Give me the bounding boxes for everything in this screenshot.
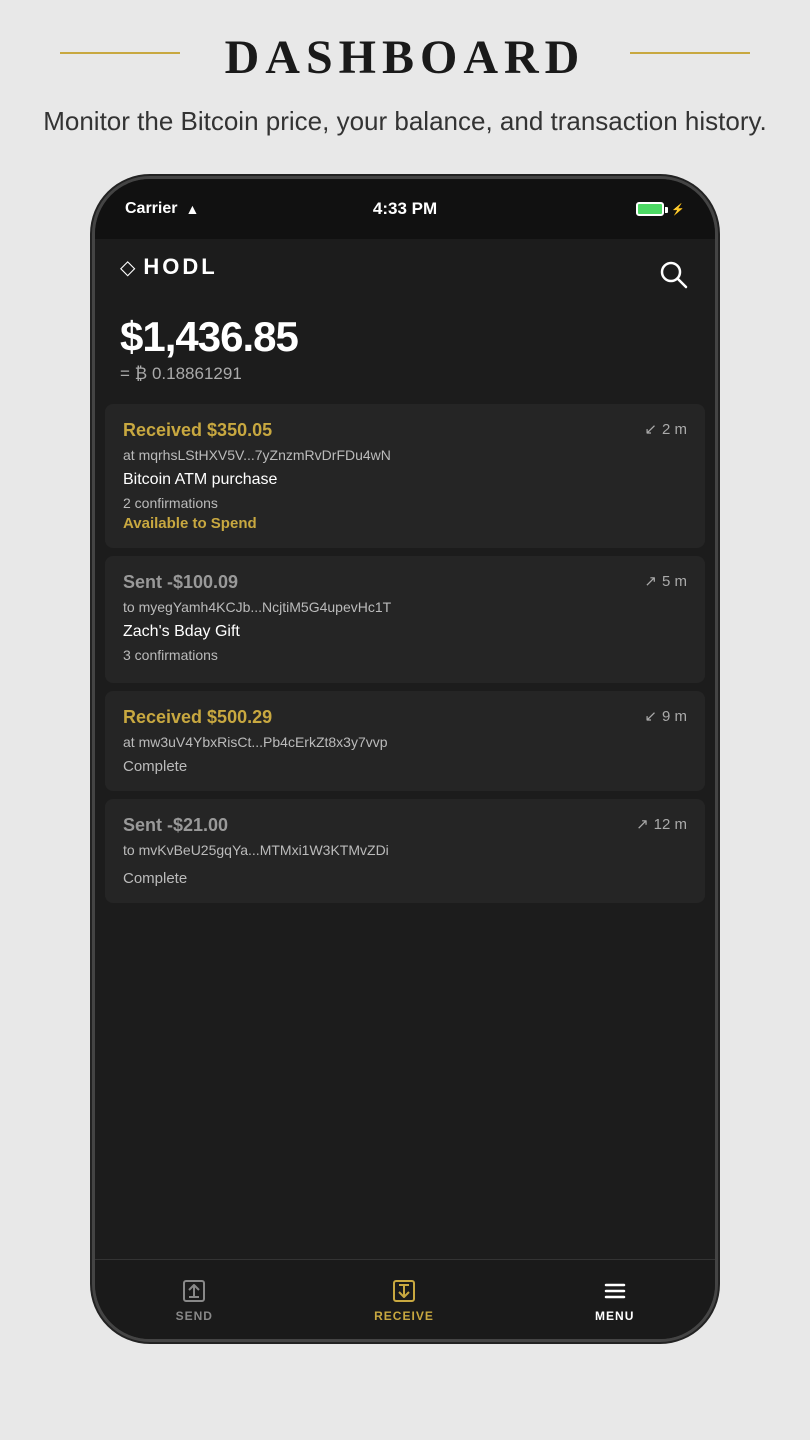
- transaction-card-0[interactable]: Received $350.05 ↙ 2 m at mqrhsLStHXV5V.…: [105, 404, 705, 548]
- tx-send-icon-3: ↗: [636, 815, 649, 833]
- battery-area: ⚡: [636, 202, 685, 216]
- wifi-icon: ▲: [185, 201, 199, 217]
- time-display: 4:33 PM: [373, 199, 437, 219]
- tx-time-value-2: 9 m: [662, 708, 687, 725]
- tx-address-1: to myegYamh4KCJb...NcjtiM5G4upevHc1T: [123, 599, 687, 615]
- tx-receive-icon-0: ↙: [644, 420, 657, 438]
- search-button[interactable]: [658, 259, 690, 298]
- transaction-card-1[interactable]: Sent -$100.09 ↗ 5 m to myegYamh4KCJb...N…: [105, 556, 705, 683]
- app-content: ◇ HODL $1,436.85 = ₿ 0.18861291: [95, 239, 715, 1259]
- tx-time-0: ↙ 2 m: [644, 420, 687, 438]
- tx-time-3: ↗ 12 m: [636, 815, 687, 833]
- hodl-logo-icon: ◇: [120, 255, 135, 280]
- balance-section: $1,436.85 = ₿ 0.18861291: [95, 308, 715, 404]
- carrier-info: Carrier ▲: [125, 200, 199, 218]
- nav-menu-label: MENU: [595, 1309, 634, 1323]
- tx-label-0: Bitcoin ATM purchase: [123, 471, 687, 489]
- tx-confirmations-0: 2 confirmations: [123, 495, 687, 511]
- tx-address-0: at mqrhsLStHXV5V...7yZnzmRvDrFDu4wN: [123, 447, 687, 463]
- nav-receive[interactable]: RECEIVE: [374, 1277, 434, 1323]
- tx-status-2: Complete: [123, 758, 687, 775]
- tx-time-value-1: 5 m: [662, 573, 687, 590]
- send-icon: [180, 1277, 208, 1305]
- nav-menu[interactable]: MENU: [595, 1277, 634, 1323]
- transaction-card-2[interactable]: Received $500.29 ↙ 9 m at mw3uV4YbxRisCt…: [105, 691, 705, 791]
- bottom-nav: SEND RECEIVE MENU: [95, 1259, 715, 1339]
- tx-receive-icon-2: ↙: [644, 707, 657, 725]
- tx-time-value-3: 12 m: [654, 816, 687, 833]
- page-header: DASHBOARD Monitor the Bitcoin price, you…: [0, 0, 810, 159]
- phone-body: Carrier ▲ 4:33 PM ⚡ ◇ HODL: [95, 179, 715, 1339]
- tx-time-value-0: 2 m: [662, 421, 687, 438]
- status-bar: Carrier ▲ 4:33 PM ⚡: [95, 179, 715, 239]
- nav-send-label: SEND: [176, 1309, 213, 1323]
- tx-status-3: Complete: [123, 870, 687, 887]
- menu-icon: [601, 1277, 629, 1305]
- tx-confirmations-1: 3 confirmations: [123, 647, 687, 663]
- carrier-label: Carrier: [125, 200, 177, 218]
- transactions-list: Received $350.05 ↙ 2 m at mqrhsLStHXV5V.…: [95, 404, 715, 1259]
- phone-mockup: Carrier ▲ 4:33 PM ⚡ ◇ HODL: [0, 179, 810, 1339]
- page-title: DASHBOARD: [20, 30, 790, 85]
- tx-address-3: to mvKvBeU25gqYa...MTMxi1W3KTMvZDi: [123, 842, 687, 858]
- nav-send[interactable]: SEND: [176, 1277, 213, 1323]
- tx-amount-1: Sent -$100.09: [123, 572, 238, 593]
- tx-header-2: Received $500.29 ↙ 9 m: [123, 707, 687, 728]
- battery-icon: [636, 202, 664, 216]
- page-subtitle: Monitor the Bitcoin price, your balance,…: [20, 103, 790, 139]
- transaction-card-3[interactable]: Sent -$21.00 ↗ 12 m to mvKvBeU25gqYa...M…: [105, 799, 705, 903]
- tx-send-icon-1: ↗: [644, 572, 657, 590]
- balance-usd: $1,436.85: [120, 313, 690, 361]
- tx-label-1: Zach's Bday Gift: [123, 623, 687, 641]
- tx-amount-3: Sent -$21.00: [123, 815, 228, 836]
- tx-address-2: at mw3uV4YbxRisCt...Pb4cErkZt8x3y7vvp: [123, 734, 687, 750]
- tx-header-0: Received $350.05 ↙ 2 m: [123, 420, 687, 441]
- receive-icon: [390, 1277, 418, 1305]
- tx-amount-0: Received $350.05: [123, 420, 272, 441]
- nav-receive-label: RECEIVE: [374, 1309, 434, 1323]
- app-header: ◇ HODL: [95, 239, 715, 308]
- tx-amount-2: Received $500.29: [123, 707, 272, 728]
- balance-btc: = ₿ 0.18861291: [120, 364, 690, 384]
- tx-header-3: Sent -$21.00 ↗ 12 m: [123, 815, 687, 836]
- charging-icon: ⚡: [671, 203, 685, 216]
- tx-time-1: ↗ 5 m: [644, 572, 687, 590]
- tx-header-1: Sent -$100.09 ↗ 5 m: [123, 572, 687, 593]
- hodl-logo: ◇ HODL: [120, 254, 218, 280]
- hodl-logo-text: HODL: [143, 254, 217, 280]
- tx-time-2: ↙ 9 m: [644, 707, 687, 725]
- tx-status-0: Available to Spend: [123, 515, 687, 532]
